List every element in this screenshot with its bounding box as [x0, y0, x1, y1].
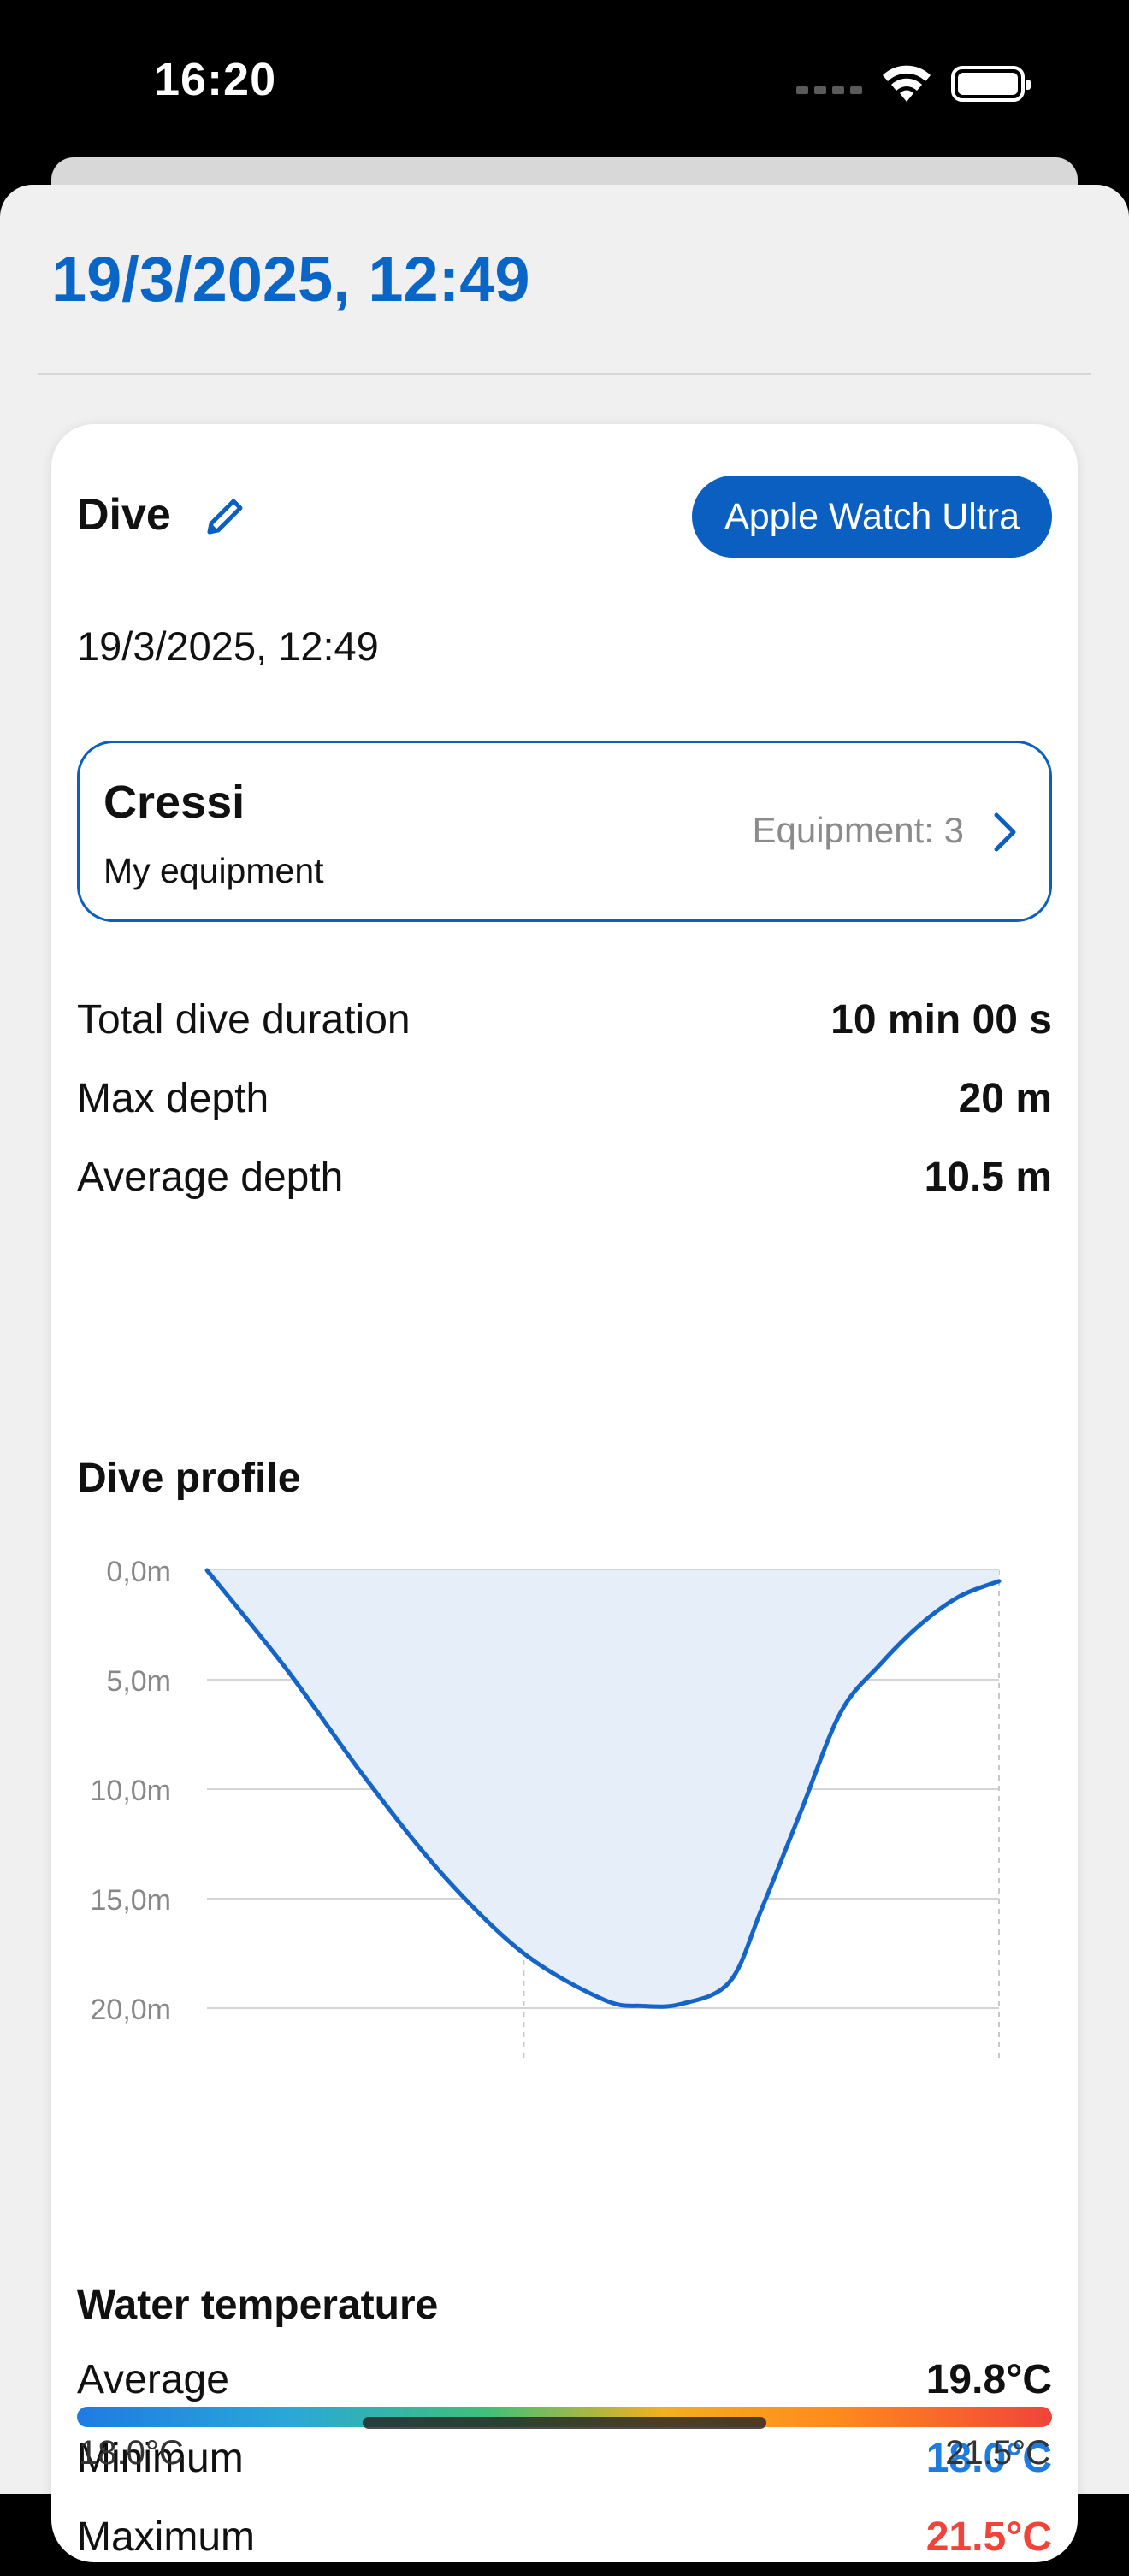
temp-maximum-label: Maximum — [77, 2514, 256, 2560]
equipment-count: Equipment: 3 — [752, 810, 965, 850]
stat-row-max-depth: Max depth 20 m — [77, 1059, 1052, 1137]
equipment-subtitle: My equipment — [103, 851, 324, 890]
signal-icon — [796, 86, 862, 94]
dive-detail-sheet: 19/3/2025, 12:49 Dive Apple Watch Ultra … — [0, 185, 1129, 2562]
stat-value: 20 m — [958, 1075, 1052, 1121]
card-title: Dive — [77, 490, 171, 540]
stat-row-duration: Total dive duration 10 min 00 s — [77, 980, 1052, 1059]
stat-value: 10 min 00 s — [830, 996, 1052, 1043]
temp-average-label: Average — [77, 2356, 229, 2402]
chevron-right-icon — [994, 812, 1016, 852]
stat-value: 10.5 m — [924, 1154, 1052, 1200]
equipment-row[interactable]: Cressi My equipment Equipment: 3 — [77, 741, 1052, 922]
y-tick-label: 10,0m — [91, 1775, 172, 1807]
temp-bar-max-label: 21.5°C — [945, 2434, 1050, 2472]
dive-card: Dive Apple Watch Ultra 19/3/2025, 12:49 … — [51, 424, 1078, 2562]
temp-maximum-value: 21.5°C — [925, 2514, 1052, 2560]
sheet-title: 19/3/2025, 12:49 — [51, 244, 530, 315]
wifi-icon — [883, 65, 931, 102]
y-tick-label: 5,0m — [106, 1665, 171, 1698]
stat-row-average-depth: Average depth 10.5 m — [77, 1137, 1052, 1216]
stat-label: Total dive duration — [77, 996, 411, 1043]
temp-bar-min-label: 18.0°C — [79, 2434, 184, 2472]
home-indicator — [363, 2417, 766, 2429]
y-tick-label: 0,0m — [106, 1556, 171, 1588]
stat-label: Max depth — [77, 1075, 269, 1121]
y-tick-label: 15,0m — [91, 1884, 172, 1917]
temp-row-maximum: Maximum 21.5°C — [77, 2497, 1052, 2576]
temp-average-value: 19.8°C — [925, 2356, 1052, 2402]
divider — [38, 373, 1091, 375]
status-icons — [796, 63, 1031, 104]
dive-profile-title: Dive profile — [77, 1456, 301, 1501]
battery-icon — [951, 66, 1031, 102]
temp-row-minimum: Minimum 18.0°C — [77, 2419, 1052, 2497]
pencil-icon[interactable] — [201, 493, 249, 541]
status-bar: 16:20 — [0, 0, 1129, 162]
dive-profile-chart: 0,0m5,0m10,0m15,0m20,0m4m — [91, 1556, 1002, 2058]
dive-date: 19/3/2025, 12:49 — [77, 623, 379, 669]
stat-label: Average depth — [77, 1154, 344, 1200]
equipment-name: Cressi — [103, 777, 245, 828]
device-badge-button[interactable]: Apple Watch Ultra — [692, 476, 1052, 558]
water-temperature-title: Water temperature — [77, 2283, 439, 2328]
status-time: 16:20 — [154, 54, 277, 105]
y-tick-label: 20,0m — [91, 1994, 172, 2026]
dive-stats: Total dive duration 10 min 00 s Max dept… — [77, 980, 1052, 1216]
water-temperature-stats: Average 19.8°C Minimum 18.0°C Maximum 21… — [77, 2340, 1052, 2576]
